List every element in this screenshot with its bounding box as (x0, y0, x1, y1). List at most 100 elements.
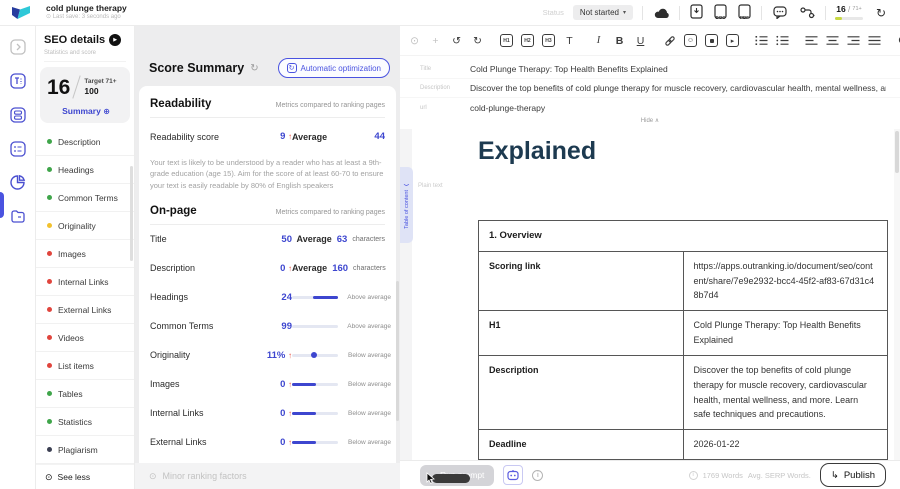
table-value-cell[interactable]: Discover the top benefits of cold plunge… (683, 355, 888, 429)
status-dot (47, 223, 52, 228)
factor-videos[interactable]: Videos (36, 324, 134, 352)
metric-bar (292, 296, 338, 299)
status-dot (47, 167, 52, 172)
info-icon[interactable]: i (532, 470, 543, 481)
seo-score-widget[interactable]: 16 / 71+ (835, 5, 863, 20)
heading3-icon[interactable]: H3 (542, 33, 555, 49)
emoji-icon[interactable]: ☺ (684, 33, 697, 49)
summary-link[interactable]: Summary ⊕ (47, 106, 125, 116)
table-row: Scoring link https://apps.outranking.io/… (479, 251, 888, 311)
metric-row-internal-links: Internal Links 0 ↑ Below average (150, 399, 385, 428)
align-right-icon[interactable] (847, 33, 860, 49)
table-value-cell[interactable]: Cold Plunge Therapy: Top Health Benefits… (683, 311, 888, 356)
document-area[interactable]: ❭ Table of content Plain text Explained … (400, 129, 900, 460)
automatic-optimization-button[interactable]: ↻ Automatic optimization (278, 58, 390, 78)
document-heading[interactable]: Explained (478, 137, 900, 166)
table-header-cell[interactable]: 1. Overview (479, 221, 888, 252)
tutorial-play-button[interactable]: ▶ (109, 34, 121, 46)
expand-icon: ⊙ (149, 471, 157, 482)
description-field[interactable]: Discover the top benefits of cold plunge… (470, 83, 886, 93)
minor-ranking-factors-toggle[interactable]: ⊙ Minor ranking factors (135, 463, 400, 489)
nav-documents-icon[interactable] (9, 208, 26, 225)
table-row: Description Discover the top benefits of… (479, 355, 888, 429)
table-key-cell[interactable]: Description (479, 355, 684, 429)
ai-assistant-button[interactable] (503, 465, 523, 485)
export-download-icon[interactable] (689, 4, 704, 21)
export-doc-icon[interactable]: DOC (713, 4, 728, 21)
metric-bar (292, 441, 338, 444)
table-of-content-tab[interactable]: ❭ Table of content (400, 167, 413, 243)
table-value-cell[interactable]: https://apps.outranking.io/document/seo/… (683, 251, 888, 311)
image-icon[interactable] (705, 33, 718, 49)
factor-list-items[interactable]: List items (36, 352, 134, 380)
undo-icon[interactable]: ↺ (450, 33, 463, 49)
factor-description[interactable]: Description (36, 128, 134, 156)
metric-row-common-terms: Common Terms 99 Above average (150, 312, 385, 341)
factor-originality[interactable]: Originality (36, 212, 134, 240)
link-icon[interactable] (663, 33, 676, 49)
table-key-cell[interactable]: Scoring link (479, 251, 684, 311)
workflow-icon[interactable] (798, 4, 816, 22)
seo-details-title: SEO details (44, 34, 105, 46)
nav-outline-icon[interactable] (9, 106, 26, 123)
info-circle-icon: i (689, 471, 698, 480)
comments-icon[interactable] (771, 4, 789, 22)
see-less-button[interactable]: ⊙ See less (36, 464, 134, 489)
factor-internal-links[interactable]: Internal Links (36, 268, 134, 296)
run-prompt-button[interactable]: Run prompt (420, 465, 494, 486)
table-value-cell[interactable]: 2026-01-22 (683, 430, 888, 460)
chevron-icon: ❭ (403, 182, 409, 186)
nav-checklist-icon[interactable] (9, 140, 26, 157)
document-scrollbar[interactable] (894, 129, 900, 460)
export-pdf-icon[interactable]: PDF (737, 4, 752, 21)
url-field[interactable]: cold-plunge-therapy (470, 103, 886, 113)
status-dropdown[interactable]: Not started ▾ (573, 5, 633, 20)
meta-fields: Title Cold Plunge Therapy: Top Health Be… (400, 56, 900, 129)
factor-tables[interactable]: Tables (36, 380, 134, 408)
summary-panel-scrollbar[interactable] (396, 281, 399, 421)
table-row: Deadline 2026-01-22 (479, 430, 888, 460)
collapse-panel-icon[interactable] (9, 38, 26, 55)
move-tool-icon[interactable]: + (429, 33, 442, 49)
status-dot (47, 279, 52, 284)
align-left-icon[interactable] (805, 33, 818, 49)
nav-seo-score-icon[interactable] (9, 174, 26, 191)
align-justify-icon[interactable] (868, 33, 881, 49)
status-dot (47, 391, 52, 396)
redo-icon[interactable]: ↻ (471, 33, 484, 49)
target-label: Target 71+ (84, 78, 116, 86)
ordered-list-icon[interactable] (755, 33, 768, 49)
table-key-cell[interactable]: H1 (479, 311, 684, 356)
nav-title-tool-icon[interactable] (9, 72, 26, 89)
underline-icon[interactable]: U (634, 33, 647, 49)
hide-meta-toggle[interactable]: Hide ∧ (400, 117, 900, 129)
bullet-list-icon[interactable] (776, 33, 789, 49)
publish-button[interactable]: ↳ Publish (820, 463, 886, 487)
seo-factor-list: Description Headings Common Terms Origin… (36, 128, 134, 464)
select-tool-icon[interactable]: ⊙ (408, 33, 421, 49)
align-center-icon[interactable] (826, 33, 839, 49)
refresh-score-icon[interactable]: ↻ (872, 4, 890, 22)
italic-icon[interactable]: I (592, 33, 605, 49)
video-icon[interactable]: ▸ (726, 33, 739, 49)
heading1-icon[interactable]: H1 (500, 33, 513, 49)
publish-arrow-icon: ↳ (831, 470, 839, 481)
factor-external-links[interactable]: External Links (36, 296, 134, 324)
metric-bar (292, 354, 338, 357)
factor-images[interactable]: Images (36, 240, 134, 268)
factor-plagiarism[interactable]: Plagiarism (36, 436, 134, 464)
refresh-summary-icon[interactable]: ↻ (250, 63, 258, 74)
heading2-icon[interactable]: H2 (521, 33, 534, 49)
metric-row-originality: Originality 11% ↑ Below average (150, 341, 385, 370)
seo-panel-scrollbar[interactable] (130, 166, 133, 261)
outranking-logo-icon[interactable] (10, 4, 32, 22)
paragraph-text-icon[interactable]: T (563, 33, 576, 49)
factor-common-terms[interactable]: Common Terms (36, 184, 134, 212)
cloud-sync-icon[interactable] (652, 4, 670, 22)
title-field[interactable]: Cold Plunge Therapy: Top Health Benefits… (470, 64, 886, 74)
factor-headings[interactable]: Headings (36, 156, 134, 184)
table-key-cell[interactable]: Deadline (479, 430, 684, 460)
bold-icon[interactable]: B (613, 33, 626, 49)
factor-statistics[interactable]: Statistics (36, 408, 134, 436)
editor-panel: ⊙ + ↺ ↻ H1 H2 H3 T I B U ☺ ▸ (400, 26, 900, 489)
